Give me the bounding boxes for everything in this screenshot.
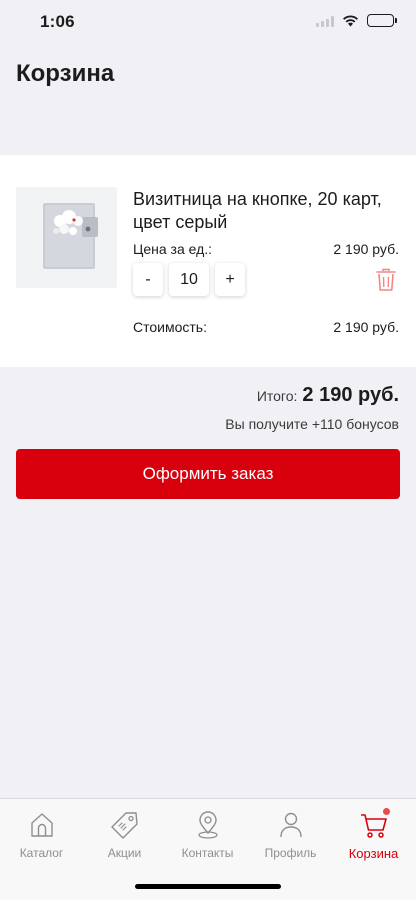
product-name[interactable]: Визитница на кнопке, 20 карт, цвет серый: [133, 188, 401, 234]
cart-screen: 1:06 Корзина Визитница на кнопке, 20 кар…: [0, 0, 416, 900]
trash-icon[interactable]: [376, 268, 396, 292]
person-icon: [276, 810, 306, 840]
product-image[interactable]: [16, 187, 117, 288]
cart-badge-dot: [381, 807, 391, 816]
cart-icon: [359, 807, 391, 840]
wifi-icon: [343, 14, 358, 26]
unit-price-value: 2 190 руб.: [333, 241, 399, 257]
order-total-label: Итого:: [256, 388, 298, 404]
decrement-button[interactable]: -: [133, 263, 163, 296]
tab-promotions-label: Акции: [107, 846, 142, 860]
page-title: Корзина: [16, 60, 115, 87]
location-pin-icon: [193, 810, 223, 840]
tab-catalog[interactable]: Каталог: [0, 799, 83, 869]
tag-icon: [110, 810, 140, 840]
cost-value: 2 190 руб.: [333, 319, 399, 335]
status-icons: [316, 14, 397, 27]
home-icon: [27, 810, 57, 840]
battery-icon: [367, 14, 397, 27]
bonus-info: Вы получите +110 бонусов: [225, 416, 399, 432]
quantity-stepper: - 10 +: [133, 263, 245, 296]
tab-contacts-label: Контакты: [181, 846, 234, 860]
cellular-signal-icon: [316, 15, 334, 27]
checkout-button[interactable]: Оформить заказ: [16, 449, 400, 499]
status-bar: 1:06: [0, 0, 416, 44]
unit-price-label: Цена за ед.:: [133, 241, 213, 257]
order-total: Итого: 2 190 руб.: [257, 384, 399, 407]
tab-profile-label: Профиль: [264, 846, 317, 860]
quantity-value[interactable]: 10: [169, 263, 209, 296]
tab-promotions[interactable]: Акции: [83, 799, 166, 869]
tab-contacts[interactable]: Контакты: [166, 799, 249, 869]
tab-cart-label: Корзина: [348, 846, 399, 861]
tab-profile[interactable]: Профиль: [249, 799, 332, 869]
order-total-value: 2 190 руб.: [302, 384, 399, 406]
cost-label: Стоимость:: [133, 319, 207, 335]
tab-catalog-label: Каталог: [19, 846, 64, 860]
home-indicator[interactable]: [135, 884, 281, 889]
status-time: 1:06: [40, 12, 75, 31]
cart-item-card: Визитница на кнопке, 20 карт, цвет серый…: [0, 155, 416, 367]
tab-cart[interactable]: Корзина: [332, 799, 415, 869]
increment-button[interactable]: +: [215, 263, 245, 296]
